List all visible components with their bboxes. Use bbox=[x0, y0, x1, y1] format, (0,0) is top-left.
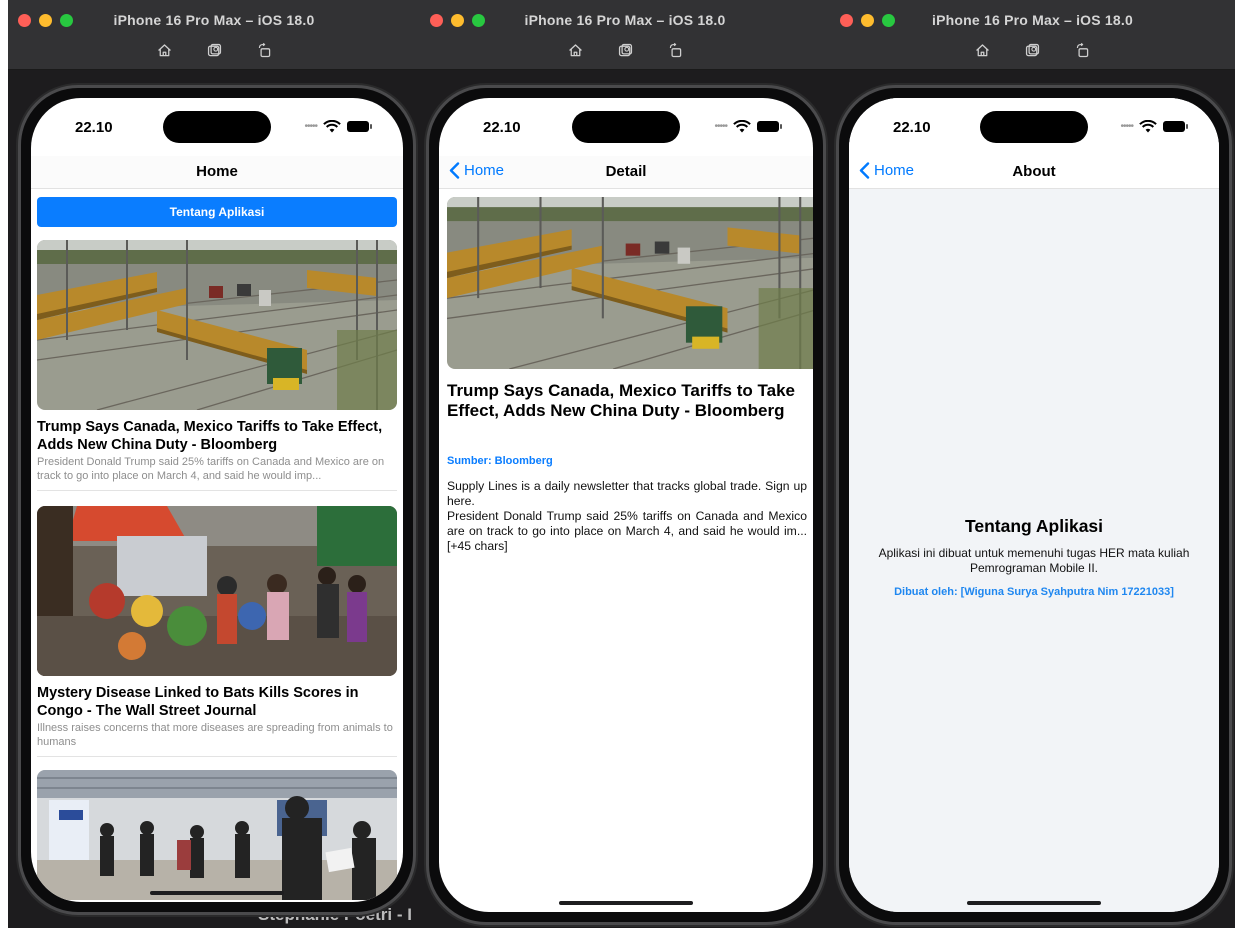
status-icons: ••••• bbox=[1120, 120, 1188, 133]
cellular-signal-icon: ••••• bbox=[714, 121, 727, 132]
simulator-title: iPhone 16 Pro Max – iOS 18.0 bbox=[524, 12, 726, 28]
simulator-window-home: iPhone 16 Pro Max – iOS 18.0 Stephanie P… bbox=[8, 0, 420, 928]
navigation-bar: Home Detail bbox=[439, 156, 813, 189]
article-image bbox=[447, 197, 813, 369]
status-icons: ••••• bbox=[714, 120, 782, 133]
simulator-toolbar bbox=[8, 40, 420, 60]
home-indicator[interactable] bbox=[150, 891, 284, 895]
navigation-bar: Home About bbox=[849, 156, 1219, 189]
news-thumbnail bbox=[37, 770, 397, 900]
dynamic-island bbox=[572, 111, 680, 143]
screenshot-icon[interactable] bbox=[204, 40, 224, 60]
article-source: Sumber: Bloomberg bbox=[447, 455, 553, 467]
divider bbox=[37, 490, 397, 491]
divider bbox=[37, 756, 397, 757]
about-app-button[interactable]: Tentang Aplikasi bbox=[37, 197, 397, 227]
news-card[interactable]: Mystery Disease Linked to Bats Kills Sco… bbox=[37, 506, 397, 757]
status-bar: 22.10 ••••• bbox=[31, 98, 403, 156]
battery-icon bbox=[757, 121, 782, 132]
news-description: President Donald Trump said 25% tariffs … bbox=[37, 456, 385, 482]
status-bar: 22.10 ••••• bbox=[849, 98, 1219, 156]
article-body: Supply Lines is a daily newsletter that … bbox=[447, 479, 807, 554]
simulator-toolbar bbox=[420, 40, 830, 60]
simulator-window-about: iPhone 16 Pro Max – iOS 18.0 22.10 ••••• bbox=[830, 0, 1235, 928]
news-list[interactable]: Tentang Aplikasi Trump Says Canada, Mexi… bbox=[31, 190, 403, 902]
dynamic-island bbox=[980, 111, 1088, 143]
iphone-frame: 22.10 ••••• Home Tentang Aplikasi Trump bbox=[18, 85, 416, 915]
simulator-toolbar bbox=[830, 40, 1235, 60]
status-time: 22.10 bbox=[75, 119, 113, 136]
home-indicator[interactable] bbox=[559, 901, 693, 905]
status-time: 22.10 bbox=[483, 119, 521, 136]
rotate-icon[interactable] bbox=[1073, 40, 1093, 60]
rotate-icon[interactable] bbox=[665, 40, 685, 60]
article-body-line: President Donald Trump said 25% tariffs … bbox=[447, 509, 807, 553]
simulator-titlebar: iPhone 16 Pro Max – iOS 18.0 bbox=[420, 0, 830, 70]
navigation-bar: Home bbox=[31, 156, 403, 189]
battery-icon bbox=[347, 121, 372, 132]
article-title: Trump Says Canada, Mexico Tariffs to Tak… bbox=[447, 381, 795, 420]
status-icons: ••••• bbox=[304, 120, 372, 133]
about-screen: 22.10 ••••• Home About Tentang Aplikasi bbox=[849, 98, 1219, 912]
news-thumbnail bbox=[37, 506, 397, 676]
nav-title: Detail bbox=[605, 163, 647, 180]
wifi-icon bbox=[323, 120, 341, 133]
simulator-window-detail: iPhone 16 Pro Max – iOS 18.0 22.10 ••••• bbox=[420, 0, 830, 928]
dynamic-island bbox=[163, 111, 271, 143]
news-card[interactable]: Trump Says Canada, Mexico Tariffs to Tak… bbox=[37, 240, 397, 491]
article-body-line: Supply Lines is a daily newsletter that … bbox=[447, 479, 807, 508]
news-thumbnail bbox=[37, 240, 397, 410]
simulator-title: iPhone 16 Pro Max – iOS 18.0 bbox=[932, 12, 1133, 28]
simulator-titlebar: iPhone 16 Pro Max – iOS 18.0 bbox=[830, 0, 1235, 70]
rotate-icon[interactable] bbox=[254, 40, 274, 60]
about-info: Tentang Aplikasi Aplikasi ini dibuat unt… bbox=[849, 516, 1219, 598]
home-icon[interactable] bbox=[154, 40, 174, 60]
iphone-frame: 22.10 ••••• Home Detail Trump Says Canad… bbox=[426, 85, 826, 925]
home-screen: 22.10 ••••• Home Tentang Aplikasi Trump bbox=[31, 98, 403, 902]
cellular-signal-icon: ••••• bbox=[304, 121, 317, 132]
simulator-titlebar: iPhone 16 Pro Max – iOS 18.0 bbox=[8, 0, 420, 70]
wifi-icon bbox=[733, 120, 751, 133]
iphone-frame: 22.10 ••••• Home About Tentang Aplikasi bbox=[836, 85, 1232, 925]
home-icon[interactable] bbox=[973, 40, 993, 60]
nav-title: Home bbox=[196, 163, 238, 180]
about-author: Dibuat oleh: [Wiguna Surya Syahputra Nim… bbox=[894, 586, 1174, 598]
nav-title: About bbox=[1012, 163, 1056, 180]
battery-icon bbox=[1163, 121, 1188, 132]
home-indicator[interactable] bbox=[967, 901, 1101, 905]
cellular-signal-icon: ••••• bbox=[1120, 121, 1133, 132]
home-icon[interactable] bbox=[565, 40, 585, 60]
screenshot-icon[interactable] bbox=[1023, 40, 1043, 60]
news-card[interactable] bbox=[37, 770, 397, 900]
news-description: Illness raises concerns that more diseas… bbox=[37, 722, 393, 748]
detail-content[interactable]: Trump Says Canada, Mexico Tariffs to Tak… bbox=[439, 190, 813, 912]
status-time: 22.10 bbox=[893, 119, 931, 136]
detail-screen: 22.10 ••••• Home Detail Trump Says Canad… bbox=[439, 98, 813, 912]
screenshot-icon[interactable] bbox=[615, 40, 635, 60]
news-title: Trump Says Canada, Mexico Tariffs to Tak… bbox=[37, 419, 383, 453]
about-heading: Tentang Aplikasi bbox=[964, 516, 1104, 536]
about-description: Aplikasi ini dibuat untuk memenuhi tugas… bbox=[878, 546, 1190, 575]
wifi-icon bbox=[1139, 120, 1157, 133]
simulator-title: iPhone 16 Pro Max – iOS 18.0 bbox=[113, 12, 315, 28]
news-title: Mystery Disease Linked to Bats Kills Sco… bbox=[37, 685, 359, 719]
status-bar: 22.10 ••••• bbox=[439, 98, 813, 156]
about-content: Tentang Aplikasi Aplikasi ini dibuat unt… bbox=[849, 190, 1219, 912]
